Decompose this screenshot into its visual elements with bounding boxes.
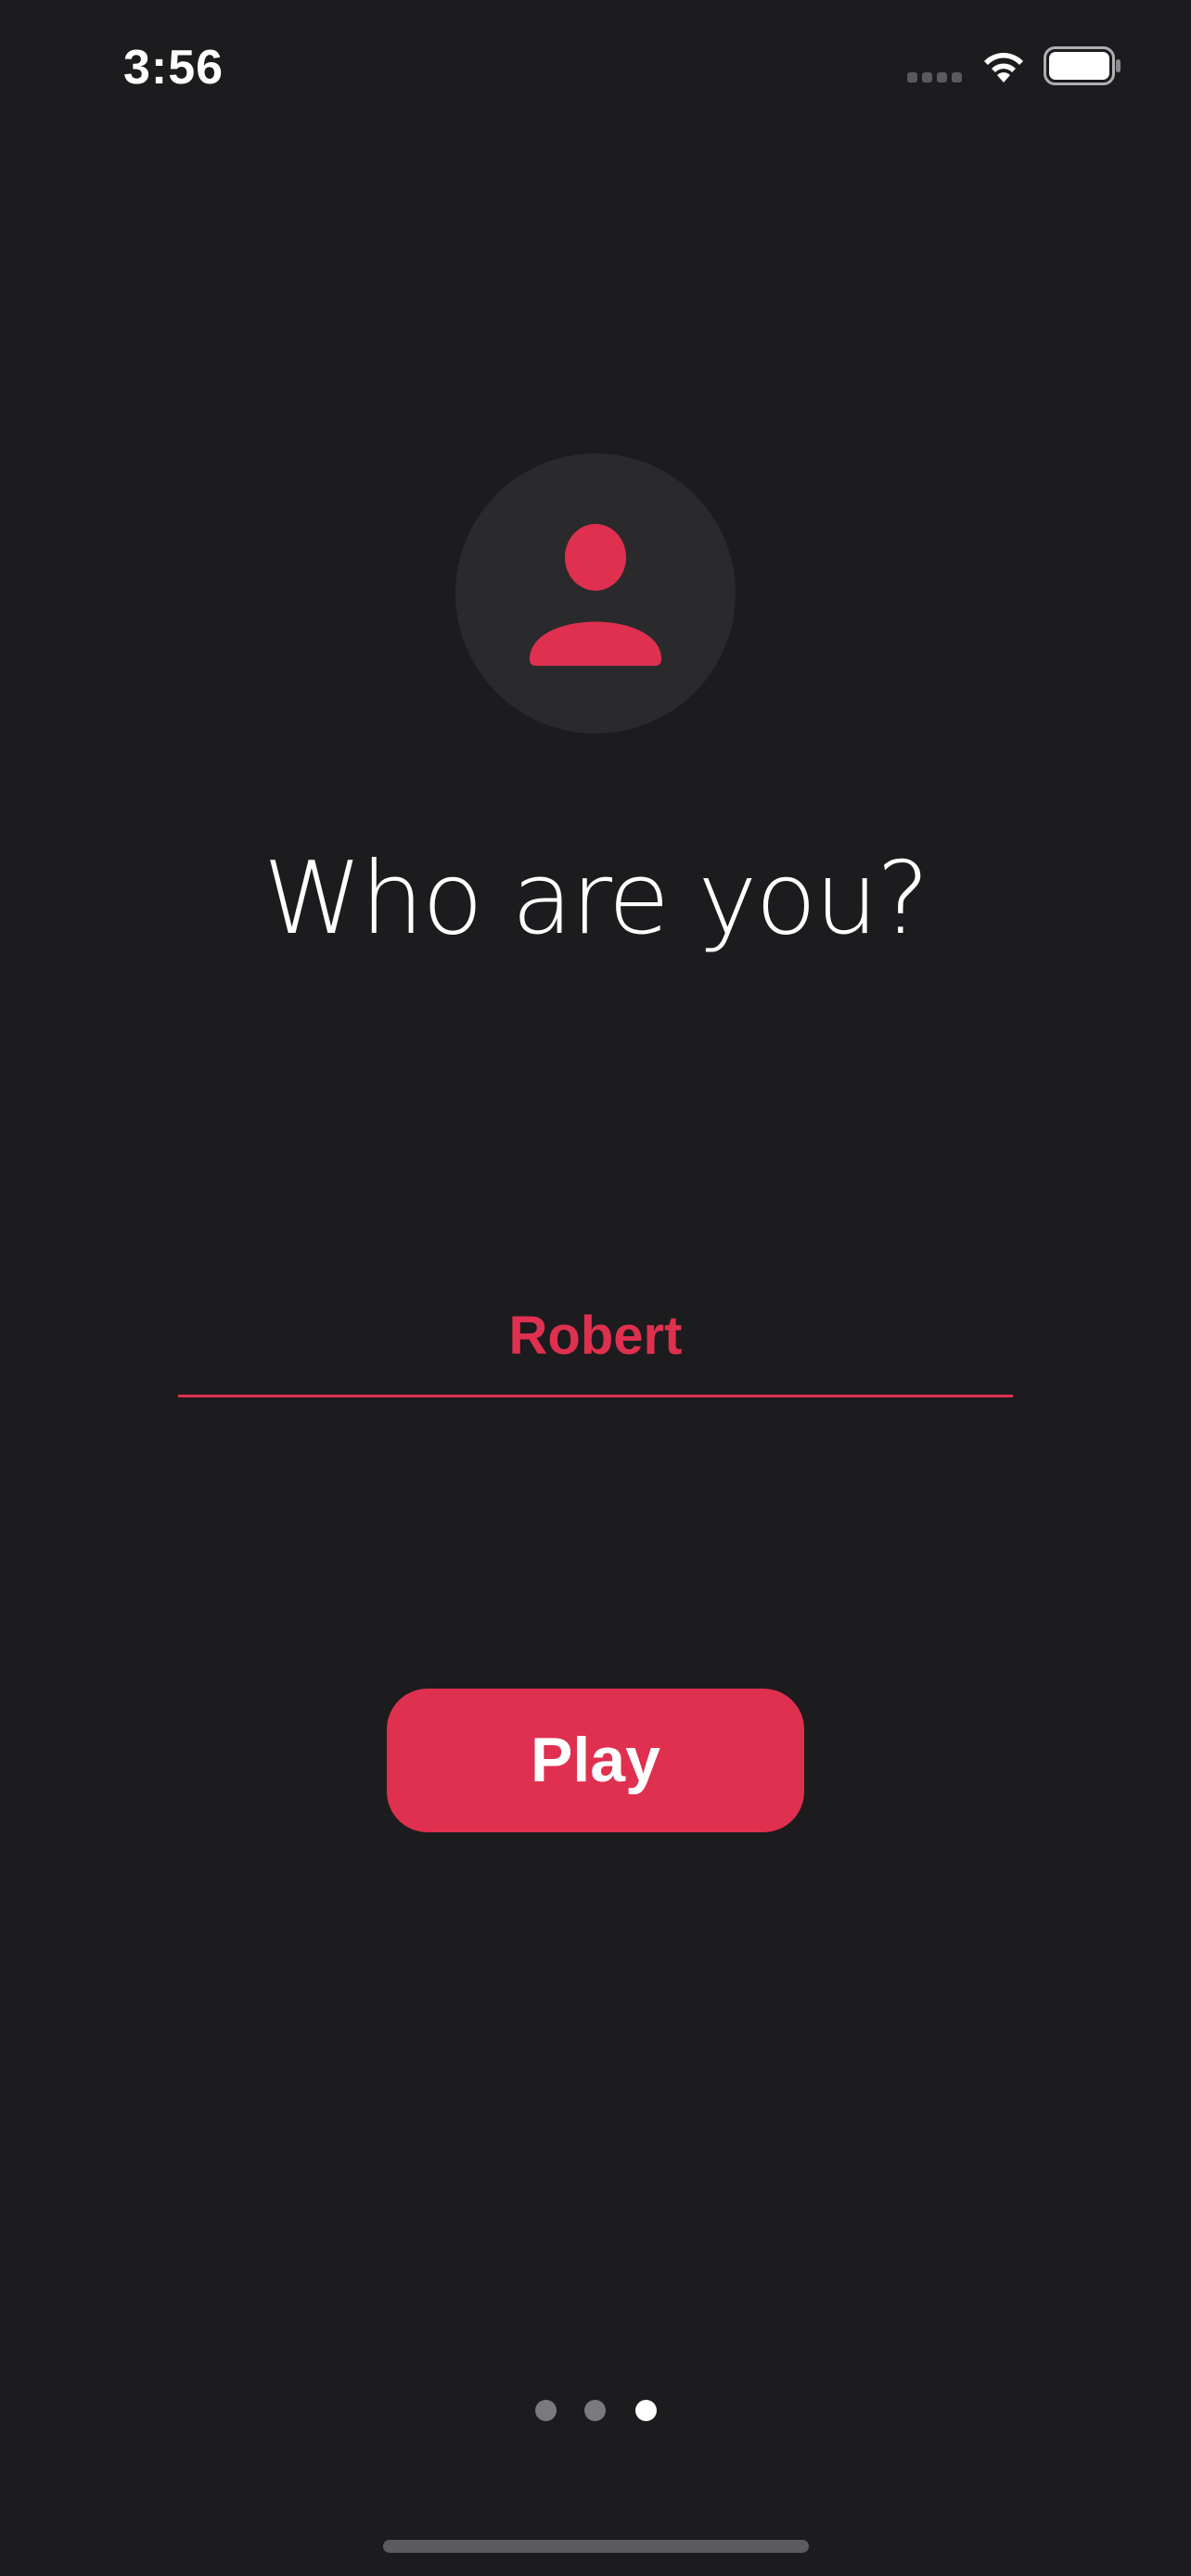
play-button[interactable]: Play [387,1689,804,1832]
home-indicator[interactable] [383,2540,809,2553]
wifi-icon [984,53,1023,83]
name-field[interactable] [178,1294,1013,1397]
status-time: 3:56 [123,41,224,95]
signal-bar [922,72,932,83]
page-title: Who are you? [263,841,929,957]
battery-icon [1044,46,1121,85]
signal-bar [907,72,917,83]
signal-bar [952,72,962,83]
page-dot-1[interactable] [535,2400,557,2421]
avatar [455,453,736,733]
page-indicator[interactable] [535,2400,660,2422]
person-icon [530,524,661,666]
signal-bar [937,72,947,83]
page-dot-2[interactable] [584,2400,606,2421]
page-dot-3[interactable] [635,2400,657,2421]
name-input[interactable] [178,1294,1013,1377]
cellular-signal-icon [907,72,963,83]
status-bar: 3:56 [0,0,1191,130]
input-underline [178,1395,1013,1397]
